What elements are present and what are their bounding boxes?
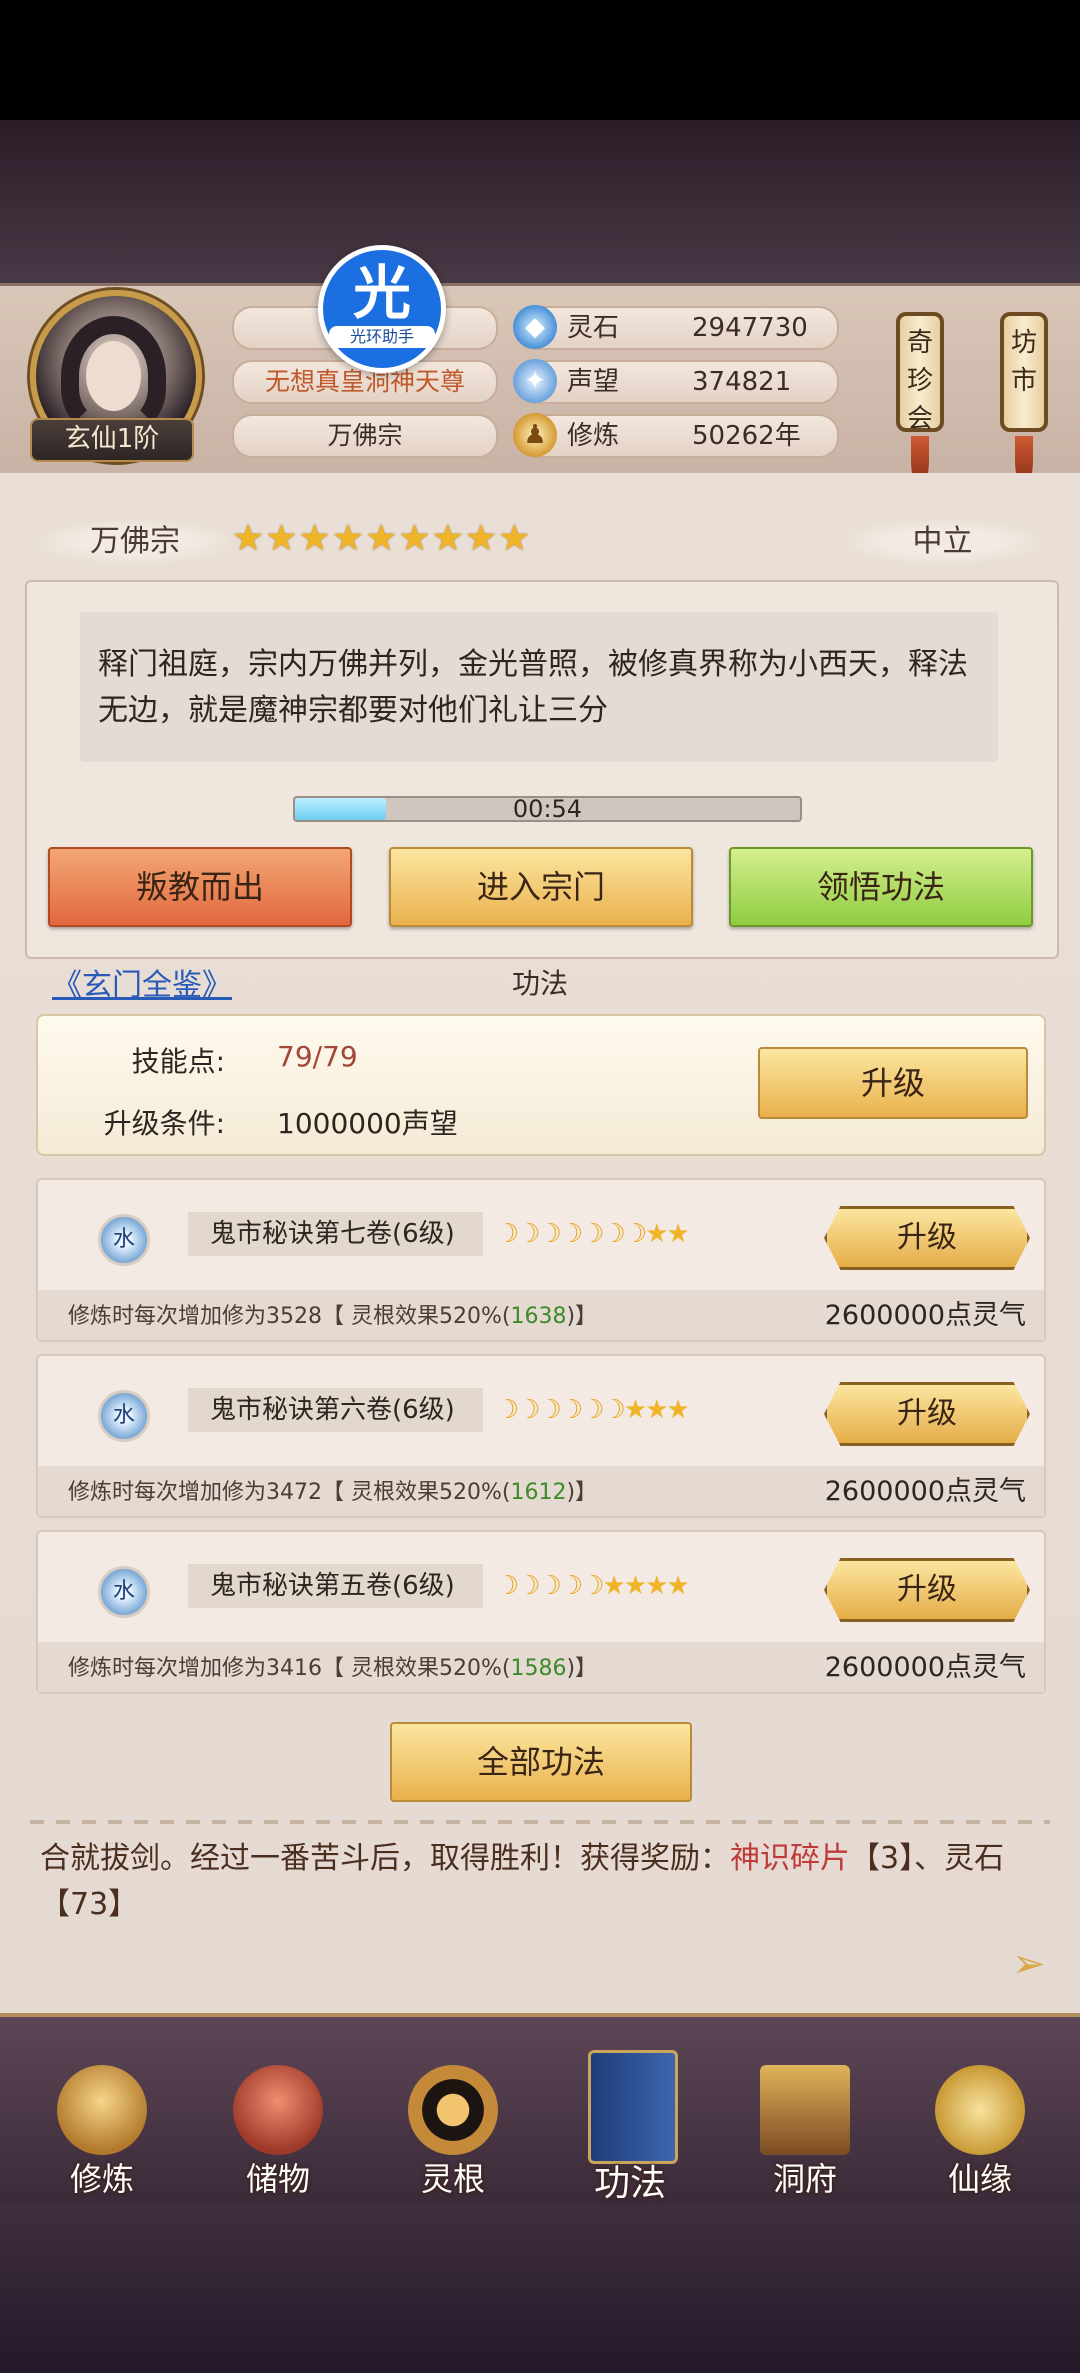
- effect-text: 修炼时每次增加修为3528【 灵根效果520%(: [68, 1304, 511, 1329]
- water-element-icon: 水: [98, 1214, 150, 1266]
- spirit-root-icon: [408, 2065, 498, 2155]
- technique-cost: 2600000点灵气: [824, 1652, 1026, 1683]
- sect-description: 释门祖庭，宗内万佛并列，金光普照，被修真界称为小西天，释法无边，就是魔神宗都要对…: [80, 612, 998, 762]
- skill-upgrade-button[interactable]: 升级: [758, 1047, 1028, 1119]
- technique-effect: 修炼时每次增加修为3472【 灵根效果520%(1612)】: [68, 1474, 597, 1506]
- helper-badge-glyph: 光: [352, 259, 411, 327]
- bag-icon: [233, 2065, 323, 2155]
- technique-upgrade-button[interactable]: 升级: [824, 1558, 1030, 1622]
- log-text: 合就拔剑。经过一番苦斗后，取得胜利！获得奖励：: [40, 1841, 730, 1876]
- timer-text: 00:54: [512, 795, 583, 823]
- technique-effect: 修炼时每次增加修为3528【 灵根效果520%(1638)】: [68, 1298, 597, 1330]
- technique-upgrade-button[interactable]: 升级: [824, 1206, 1030, 1270]
- nav-label: 洞府: [772, 2160, 837, 2198]
- resource-label: 灵石: [567, 313, 620, 343]
- book-icon: [588, 2050, 678, 2164]
- effect-bonus: 1612: [510, 1480, 567, 1505]
- nav-fortune[interactable]: 仙缘: [910, 2050, 1050, 2200]
- gourd-icon: [935, 2065, 1025, 2155]
- skill-points-label: 技能点:: [131, 1045, 225, 1078]
- meditation-icon: ♟: [513, 413, 557, 457]
- nav-spirit-root[interactable]: 灵根: [383, 2050, 523, 2200]
- effect-text-end: )】: [566, 1656, 598, 1681]
- technique-level-icons: ☽☽☽☽☽☽☽★★: [496, 1216, 690, 1252]
- resource-value: 2947730: [692, 313, 808, 343]
- nav-label: 修炼: [69, 2160, 134, 2198]
- all-techniques-button[interactable]: 全部功法: [390, 1722, 692, 1802]
- helper-badge-label: 光环助手: [329, 326, 435, 348]
- technique-card: 水 鬼市秘诀第六卷(6级) ☽☽☽☽☽☽★★★ 升级 修炼时每次增加修为3472…: [36, 1354, 1046, 1518]
- cave-palace-icon: [760, 2065, 850, 2155]
- resource-spirit-stone: ◆ 灵石 2947730: [513, 305, 839, 350]
- star-icons: ★★★: [623, 1395, 690, 1425]
- technique-section-title: 功法: [511, 967, 568, 1000]
- nav-label: 灵根: [420, 2160, 485, 2198]
- effect-text-end: )】: [566, 1304, 598, 1329]
- reputation-icon: ✦: [513, 359, 557, 403]
- nav-storage[interactable]: 储物: [208, 2050, 348, 2200]
- resource-label: 修炼: [567, 421, 620, 451]
- moon-icons: ☽☽☽☽☽: [496, 1571, 605, 1601]
- next-arrow-icon[interactable]: ➢: [1012, 1944, 1052, 1984]
- resource-label: 声望: [567, 367, 620, 397]
- technique-upgrade-button[interactable]: 升级: [824, 1382, 1030, 1446]
- technique-cost: 2600000点灵气: [824, 1476, 1026, 1507]
- technique-level-icons: ☽☽☽☽☽★★★★: [496, 1568, 690, 1604]
- water-element-icon: 水: [98, 1566, 150, 1618]
- log-divider: [30, 1820, 1050, 1824]
- skill-points-value: 79/79: [277, 1040, 358, 1073]
- nav-cultivate[interactable]: 修炼: [32, 2050, 172, 2200]
- encyclopedia-link[interactable]: 《玄门全鉴》: [52, 960, 232, 1004]
- effect-text: 修炼时每次增加修为3416【 灵根效果520%(: [68, 1656, 511, 1681]
- star-icons: ★★: [645, 1219, 690, 1249]
- effect-bonus: 1638: [510, 1304, 567, 1329]
- sect-rating-stars: ★★★★★★★★★: [232, 518, 532, 559]
- player-rank: 玄仙1阶: [30, 418, 194, 462]
- player-sect: 万佛宗: [232, 414, 498, 458]
- upgrade-condition-value: 1000000声望: [277, 1107, 458, 1140]
- leave-sect-button[interactable]: 叛教而出: [48, 847, 352, 927]
- upgrade-condition-label: 升级条件:: [103, 1107, 225, 1140]
- sect-timer-bar: 00:54: [293, 795, 802, 823]
- battle-log: 合就拔剑。经过一番苦斗后，取得胜利！获得奖励：神识碎片【3】、灵石【73】: [40, 1836, 1040, 1928]
- avatar-face: [86, 341, 141, 411]
- bottom-background: [0, 2205, 1080, 2373]
- enter-sect-button[interactable]: 进入宗门: [389, 847, 693, 927]
- technique-card: 水 鬼市秘诀第五卷(6级) ☽☽☽☽☽★★★★ 升级 修炼时每次增加修为3416…: [36, 1530, 1046, 1694]
- helper-badge[interactable]: 光 光环助手: [318, 245, 446, 373]
- nav-label: 功法: [593, 2163, 666, 2204]
- nav-techniques[interactable]: 功法: [560, 2050, 700, 2204]
- effect-text: 修炼时每次增加修为3472【 灵根效果520%(: [68, 1480, 511, 1505]
- market-scroll[interactable]: 坊市: [1000, 312, 1048, 432]
- nav-label: 仙缘: [947, 2160, 1012, 2198]
- technique-effect: 修炼时每次增加修为3416【 灵根效果520%(1586)】: [68, 1650, 597, 1682]
- moon-icons: ☽☽☽☽☽☽☽: [496, 1219, 647, 1249]
- technique-level-icons: ☽☽☽☽☽☽★★★: [496, 1392, 690, 1428]
- nav-cave[interactable]: 洞府: [735, 2050, 875, 2200]
- effect-bonus: 1586: [510, 1656, 567, 1681]
- effect-text-end: )】: [566, 1480, 598, 1505]
- technique-card: 水 鬼市秘诀第七卷(6级) ☽☽☽☽☽☽☽★★ 升级 修炼时每次增加修为3528…: [36, 1178, 1046, 1342]
- resource-reputation: ✦ 声望 374821: [513, 359, 839, 404]
- resource-value: 50262年: [692, 421, 801, 451]
- top-background: [0, 120, 1080, 290]
- technique-name: 鬼市秘诀第七卷(6级): [188, 1212, 483, 1256]
- sect-name: 万佛宗: [40, 520, 230, 564]
- resource-cultivation: ♟ 修炼 50262年: [513, 413, 839, 458]
- moon-icons: ☽☽☽☽☽☽: [496, 1395, 626, 1425]
- cultivate-icon: [57, 2065, 147, 2155]
- technique-name: 鬼市秘诀第六卷(6级): [188, 1388, 483, 1432]
- technique-name: 鬼市秘诀第五卷(6级): [188, 1564, 483, 1608]
- log-reward: 神识碎片: [730, 1841, 850, 1876]
- resource-value: 374821: [692, 367, 792, 397]
- star-icons: ★★★★: [602, 1571, 690, 1601]
- nav-label: 储物: [245, 2160, 310, 2198]
- game-screen: 玄仙1阶 无想真皇洞神天尊 万佛宗 光 光环助手 ◆ 灵石 2947730 ✦ …: [0, 0, 1080, 2373]
- sect-stance: 中立: [845, 520, 1040, 564]
- treasure-fair-scroll[interactable]: 奇珍会: [896, 312, 944, 434]
- spirit-stone-icon: ◆: [513, 305, 557, 349]
- water-element-icon: 水: [98, 1390, 150, 1442]
- learn-technique-button[interactable]: 领悟功法: [729, 847, 1033, 927]
- technique-cost: 2600000点灵气: [824, 1300, 1026, 1331]
